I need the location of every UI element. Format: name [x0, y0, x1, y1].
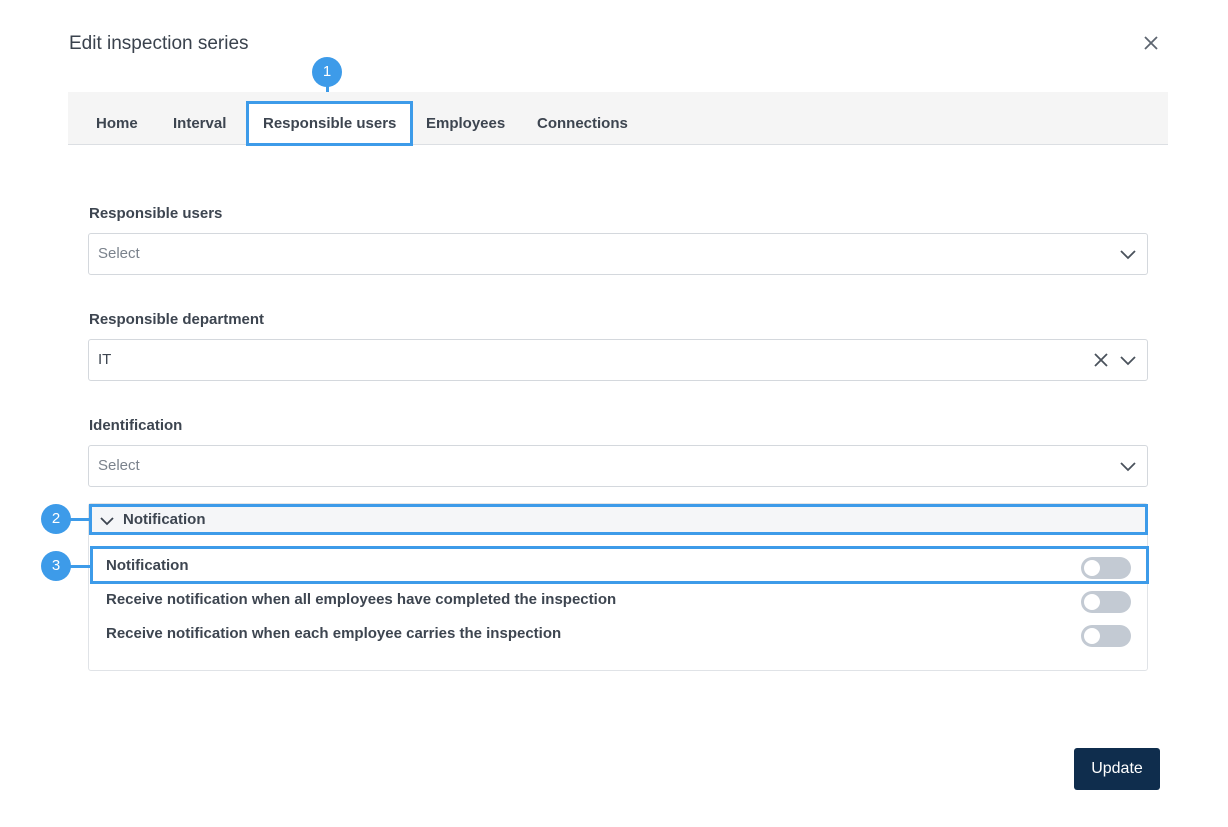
- responsible-department-select[interactable]: IT: [88, 339, 1148, 381]
- notify-each-employee-toggle[interactable]: [1081, 625, 1131, 647]
- tab-home[interactable]: Home: [96, 92, 138, 145]
- notification-section-label: Notification: [123, 511, 206, 528]
- responsible-users-select[interactable]: Select: [88, 233, 1148, 275]
- responsible-users-label: Responsible users: [89, 205, 223, 222]
- callout-line-3: [70, 565, 91, 568]
- identification-label: Identification: [89, 417, 183, 434]
- tab-responsible-users[interactable]: Responsible users: [246, 101, 414, 146]
- responsible-department-value: IT: [98, 351, 112, 368]
- notification-toggle[interactable]: [1081, 557, 1131, 579]
- responsible-department-label: Responsible department: [89, 311, 265, 328]
- notification-row-highlight: [90, 546, 1149, 584]
- tab-connections[interactable]: Connections: [537, 92, 628, 145]
- identification-placeholder: Select: [98, 457, 140, 474]
- notify-all-completed-toggle[interactable]: [1081, 591, 1131, 613]
- notify-each-employee-label: Receive notification when each employee …: [106, 625, 562, 642]
- toggle-knob: [1084, 594, 1100, 610]
- notify-all-completed-label: Receive notification when all employees …: [106, 591, 617, 608]
- close-icon[interactable]: [1141, 33, 1161, 53]
- callout-line-2: [70, 518, 90, 521]
- callout-marker-3: 3: [41, 551, 71, 581]
- tab-bar: Home Interval Responsible users Employee…: [68, 92, 1168, 146]
- tab-employees[interactable]: Employees: [426, 92, 505, 145]
- notification-toggle-label: Notification: [106, 557, 189, 574]
- callout-marker-2: 2: [41, 504, 71, 534]
- tab-interval[interactable]: Interval: [173, 92, 226, 145]
- callout-marker-1: 1: [312, 57, 342, 87]
- dialog-title: Edit inspection series: [69, 33, 249, 54]
- responsible-users-placeholder: Select: [98, 245, 140, 262]
- identification-select[interactable]: Select: [88, 445, 1148, 487]
- toggle-knob: [1084, 628, 1100, 644]
- toggle-knob: [1084, 560, 1100, 576]
- notification-section-header[interactable]: Notification: [89, 504, 1148, 535]
- chevron-down-icon[interactable]: [1120, 353, 1136, 367]
- update-button[interactable]: Update: [1074, 748, 1160, 790]
- clear-icon[interactable]: [1093, 352, 1109, 368]
- chevron-down-icon[interactable]: [1120, 247, 1136, 261]
- chevron-down-icon: [100, 514, 114, 526]
- chevron-down-icon[interactable]: [1120, 459, 1136, 473]
